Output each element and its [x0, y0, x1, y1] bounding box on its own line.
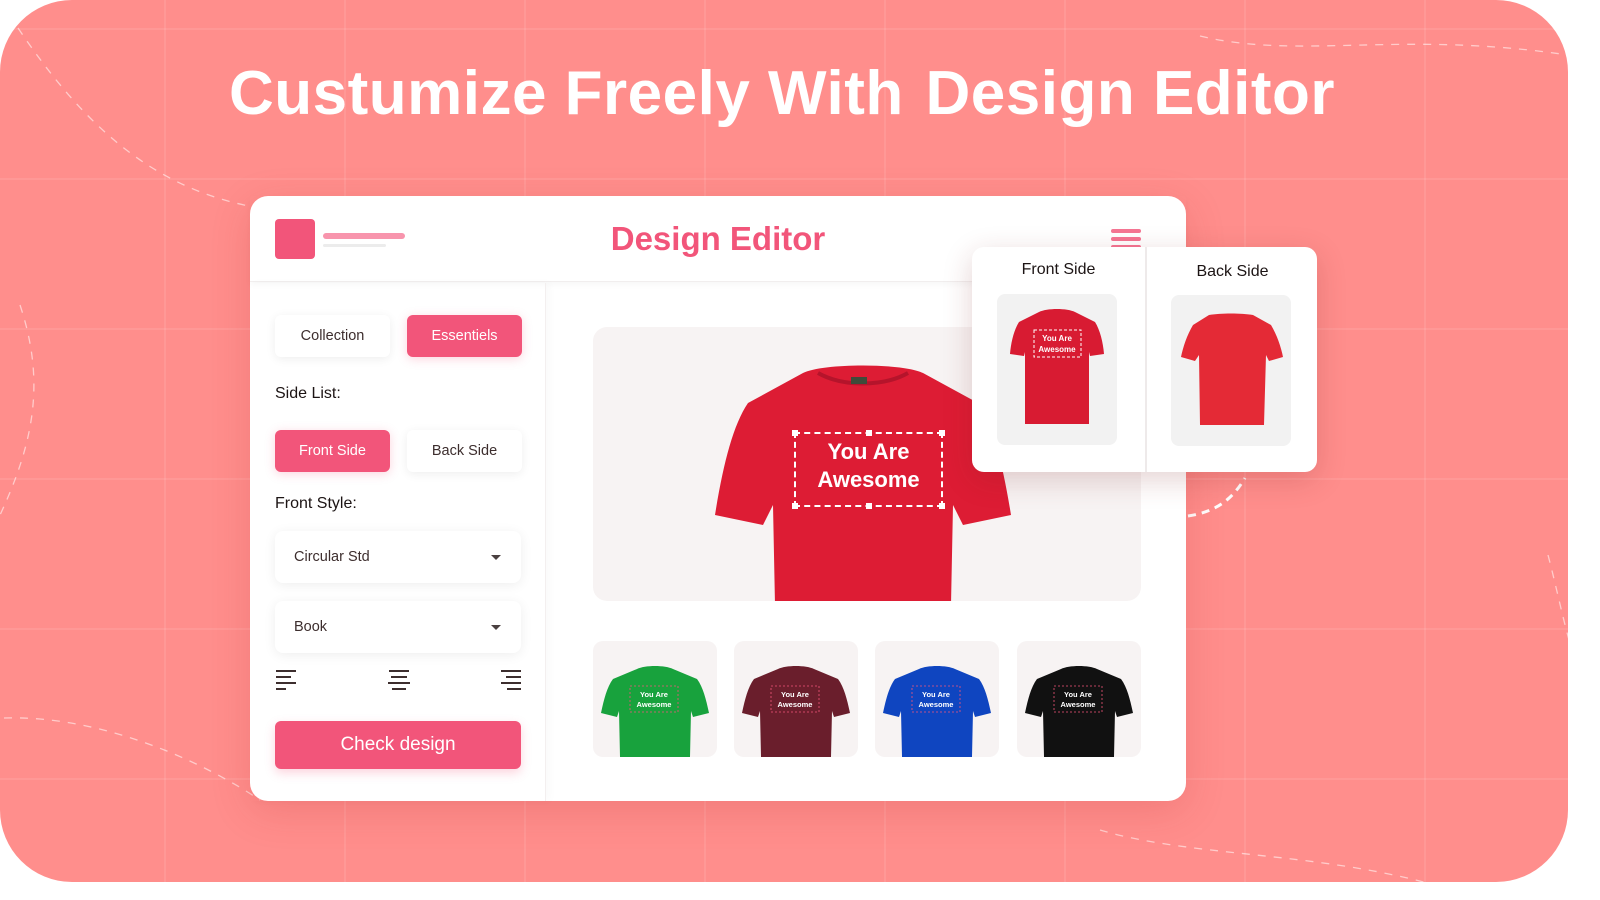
font-family-select[interactable]: Circular Std — [275, 531, 521, 583]
tshirt-back-small — [1181, 313, 1283, 425]
side-list-label: Side List: — [275, 385, 341, 402]
svg-text:You Are: You Are — [922, 690, 950, 699]
front-small-line2: Awesome — [1038, 345, 1076, 354]
tshirt-blue: You AreAwesome — [883, 666, 991, 757]
shirt-design-text[interactable]: You Are Awesome — [794, 438, 943, 493]
svg-text:Awesome: Awesome — [919, 700, 954, 709]
align-left-icon[interactable] — [276, 669, 298, 690]
tshirt-front-small: You Are Awesome — [1010, 309, 1104, 424]
headline: Custumize Freely With Design Editor — [0, 58, 1568, 129]
svg-text:Awesome: Awesome — [778, 700, 813, 709]
svg-text:You Are: You Are — [640, 690, 668, 699]
align-center-icon[interactable] — [388, 669, 410, 690]
front-side-title: Front Side — [1021, 261, 1096, 278]
align-right-icon[interactable] — [499, 669, 521, 690]
svg-text:You Are: You Are — [1064, 690, 1092, 699]
check-design-button[interactable]: Check design — [275, 721, 521, 769]
sides-popup: Front Side Back Side You Are Awesome — [972, 247, 1317, 472]
svg-text:You Are: You Are — [781, 690, 809, 699]
svg-text:Awesome: Awesome — [1061, 700, 1096, 709]
tab-essentiels[interactable]: Essentiels — [407, 315, 522, 357]
front-small-line1: You Are — [1042, 334, 1072, 343]
tab-collection[interactable]: Collection — [275, 315, 390, 357]
chevron-down-icon — [491, 625, 501, 630]
front-side-preview[interactable]: You Are Awesome — [997, 294, 1117, 445]
headline-prefix: Custumize Freely With — [228, 59, 904, 128]
tshirt-maroon: You AreAwesome — [742, 666, 850, 757]
variant-thumbnail-green[interactable]: You Are Awesome — [593, 641, 717, 757]
back-side-title: Back Side — [1196, 263, 1269, 280]
variant-thumbnail-blue[interactable]: You Are Awesome — [875, 641, 999, 757]
svg-text:Awesome: Awesome — [637, 700, 672, 709]
tshirt-green: You AreAwesome — [601, 666, 709, 757]
back-side-button[interactable]: Back Side — [407, 430, 522, 472]
back-side-preview[interactable] — [1171, 295, 1291, 446]
font-weight-select[interactable]: Book — [275, 601, 521, 653]
front-style-label: Front Style: — [275, 495, 357, 512]
font-weight-value: Book — [294, 619, 328, 635]
headline-highlight: Design Editor — [913, 58, 1343, 129]
font-family-value: Circular Std — [294, 549, 370, 565]
variant-thumbnail-black[interactable]: You Are Awesome — [1017, 641, 1141, 757]
tshirt-black: You AreAwesome — [1025, 666, 1133, 757]
chevron-down-icon — [491, 555, 501, 560]
variant-thumbnail-maroon[interactable]: You Are Awesome — [734, 641, 858, 757]
front-side-button[interactable]: Front Side — [275, 430, 390, 472]
